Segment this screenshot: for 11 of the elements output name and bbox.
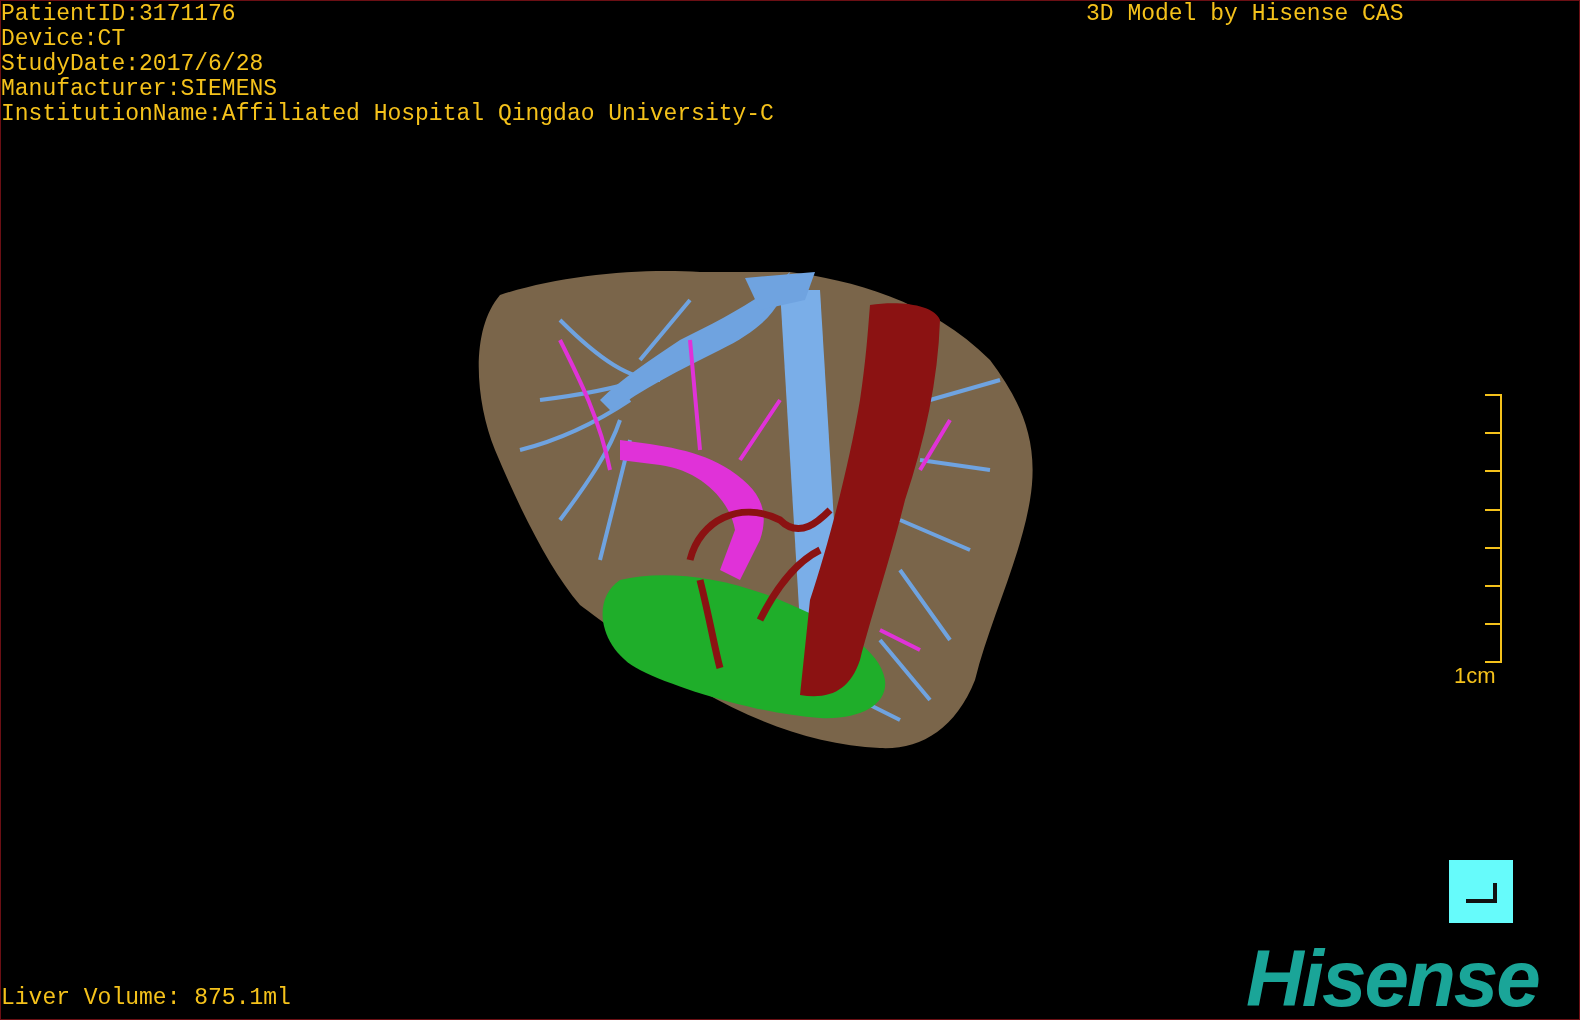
logo: Hisense — [1246, 942, 1539, 1016]
liver-model-drawing[interactable] — [478, 270, 1033, 749]
info-line: StudyDate:2017/6/28 — [1, 52, 264, 77]
app-title: 3D Model by Hisense CAS — [1086, 2, 1404, 27]
liver-volume: Liver Volume: 875.1ml — [1, 986, 291, 1011]
info-line: Device:CT — [1, 27, 126, 52]
info-line: PatientID:3171176 — [1, 2, 236, 27]
info-line: Manufacturer:SIEMENS — [1, 77, 278, 102]
info-line: InstitutionName:Affiliated Hospital Qingdao University-C — [1, 102, 774, 127]
corner-button[interactable] — [1449, 860, 1513, 923]
scale-label: 1cm — [1454, 664, 1496, 688]
